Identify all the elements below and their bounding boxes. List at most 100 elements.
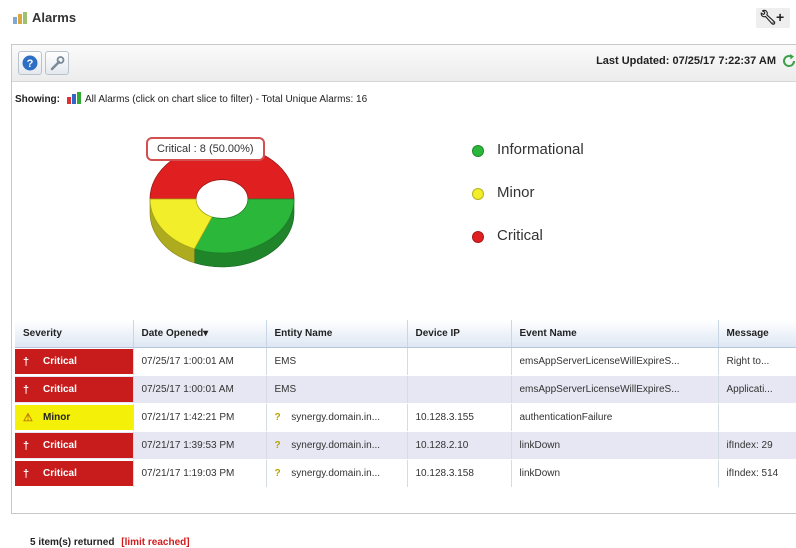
table-row[interactable]: † Critical 07/25/17 1:00:01 AM EMS emsAppSer… — [15, 375, 796, 404]
severity-label: Critical — [43, 356, 77, 367]
entity-name-text: synergy.domain.in... — [291, 412, 381, 423]
date-opened-cell: 07/21/17 1:39:53 PM — [133, 431, 267, 460]
date-opened-cell: 07/25/17 1:00:01 AM — [133, 375, 267, 404]
entity-name-cell: EMS — [266, 375, 408, 404]
table-header: Severity Date Opened▾ Entity Name Device IP… — [15, 320, 796, 348]
device-ip-cell: 10.128.2.10 — [407, 431, 512, 460]
date-opened-cell: 07/21/17 1:42:21 PM — [133, 403, 267, 432]
device-ip-text: 10.128.3.158 — [415, 468, 474, 479]
refresh-icon[interactable] — [780, 52, 796, 70]
entity-name-text: synergy.domain.in... — [291, 440, 381, 451]
column-header-0[interactable]: Severity — [15, 320, 134, 348]
severity-badge: † Critical — [15, 461, 132, 486]
device-ip-cell: 10.128.3.155 — [407, 403, 512, 432]
date-opened-text: 07/21/17 1:19:03 PM — [141, 468, 235, 479]
showing-text: All Alarms (click on chart slice to filt… — [85, 94, 368, 105]
showing-label: Showing: — [15, 94, 60, 105]
legend-label: Minor — [497, 184, 535, 201]
column-header-5[interactable]: Message — [718, 320, 796, 348]
limit-reached-link[interactable]: [limit reached] — [121, 537, 189, 548]
showing-bar: Showing: All Alarms (click on chart slic… — [15, 92, 367, 105]
critical-alert-icon: † — [23, 355, 30, 368]
device-ip-cell — [407, 347, 512, 376]
chart-tooltip: Critical : 8 (50.00%) — [146, 137, 265, 161]
entity-name-cell: ? synergy.domain.in... — [266, 403, 408, 432]
column-header-2[interactable]: Entity Name — [266, 320, 408, 348]
entity-name-cell: EMS — [266, 347, 408, 376]
message-cell: Right to... — [718, 347, 796, 376]
message-text: ifIndex: 29 — [726, 440, 773, 451]
window-titlebar: Alarms 🔧︎ + — [0, 0, 796, 36]
message-cell: ifIndex: 29 — [718, 431, 796, 460]
table-row[interactable]: † Critical 07/21/17 1:19:03 PM? synergy.do… — [15, 459, 796, 488]
unknown-device-icon: ? — [274, 412, 281, 423]
event-name-cell: linkDown — [511, 459, 719, 488]
table-row[interactable]: † Critical 07/21/17 1:39:53 PM? synergy.do… — [15, 431, 796, 460]
event-name-cell: emsAppServerLicenseWillExpireS... — [511, 375, 719, 404]
alarms-panel: ? Last Updated: 07/25/17 7:22:37 AM Show… — [11, 44, 796, 548]
unknown-device-icon: ? — [274, 440, 281, 451]
column-header-1[interactable]: Date Opened▾ — [133, 320, 267, 348]
entity-name-text: EMS — [274, 384, 297, 395]
date-opened-text: 07/25/17 1:00:01 AM — [141, 356, 234, 367]
severity-cell: † Critical — [15, 347, 134, 376]
severity-label: Critical — [43, 384, 77, 395]
entity-name-text: synergy.domain.in... — [291, 468, 381, 479]
event-name-text: emsAppServerLicenseWillExpireS... — [519, 384, 680, 395]
date-opened-text: 07/21/17 1:39:53 PM — [141, 440, 235, 451]
legend-swatch — [472, 188, 484, 200]
entity-name-text: EMS — [274, 356, 297, 367]
critical-alert-icon: † — [23, 467, 30, 480]
message-cell: ifIndex: 514 — [718, 459, 796, 488]
table-footer: 5 item(s) returned [limit reached] — [30, 537, 190, 548]
chart-filter-icon — [66, 92, 81, 104]
warning-triangle-icon: ⚠ — [23, 412, 33, 424]
critical-alert-icon: † — [23, 383, 30, 396]
severity-badge: ⚠ Minor — [15, 405, 132, 430]
message-text: Applicati... — [726, 384, 773, 395]
legend-swatch — [472, 145, 484, 157]
help-button[interactable]: ? — [18, 51, 42, 75]
severity-badge: † Critical — [15, 377, 132, 402]
window-title: Alarms — [32, 10, 77, 25]
last-updated-text: Last Updated: 07/25/17 7:22:37 AM — [596, 55, 776, 67]
toolbar: ? Last Updated: 07/25/17 7:22:37 AM — [12, 45, 796, 82]
legend-label: Informational — [497, 141, 584, 158]
plus-icon[interactable]: + — [776, 9, 784, 25]
settings-button[interactable] — [45, 51, 69, 75]
severity-label: Critical — [43, 440, 77, 451]
severity-badge: † Critical — [15, 433, 132, 458]
device-ip-text: 10.128.3.155 — [415, 412, 474, 423]
event-name-text: authenticationFailure — [519, 412, 613, 423]
severity-cell: † Critical — [15, 459, 134, 488]
critical-alert-icon: † — [23, 439, 30, 452]
device-ip-cell — [407, 375, 512, 404]
items-returned-text: 5 item(s) returned — [30, 537, 115, 548]
entity-name-cell: ? synergy.domain.in... — [266, 459, 408, 488]
column-header-3[interactable]: Device IP — [407, 320, 512, 348]
date-opened-cell: 07/21/17 1:19:03 PM — [133, 459, 267, 488]
message-text: Right to... — [726, 356, 770, 367]
severity-cell: † Critical — [15, 431, 134, 460]
table-row[interactable]: † Critical 07/25/17 1:00:01 AM EMS emsAppSer… — [15, 347, 796, 376]
column-header-4[interactable]: Event Name — [511, 320, 719, 348]
wrench-icon — [50, 56, 65, 71]
message-cell — [718, 403, 796, 432]
date-opened-cell: 07/25/17 1:00:01 AM — [133, 347, 267, 376]
legend-swatch — [472, 231, 484, 243]
device-ip-cell: 10.128.3.158 — [407, 459, 512, 488]
unknown-device-icon: ? — [274, 468, 281, 479]
date-opened-text: 07/21/17 1:42:21 PM — [141, 412, 235, 423]
legend-label: Critical — [497, 227, 543, 244]
event-name-text: emsAppServerLicenseWillExpireS... — [519, 356, 680, 367]
severity-label: Minor — [43, 412, 71, 423]
device-ip-text: 10.128.2.10 — [415, 440, 469, 451]
event-name-text: linkDown — [519, 468, 561, 479]
alarms-table: Severity Date Opened▾ Entity Name Device IP… — [15, 320, 796, 488]
table-row[interactable]: ⚠ Minor 07/21/17 1:42:21 PM? synergy.domai… — [15, 403, 796, 432]
title-tools: 🔧︎ + — [756, 8, 790, 28]
message-text: ifIndex: 514 — [726, 468, 779, 479]
date-opened-text: 07/25/17 1:00:01 AM — [141, 384, 234, 395]
severity-badge: † Critical — [15, 349, 132, 374]
wrench-icon[interactable]: 🔧︎ — [759, 9, 777, 26]
